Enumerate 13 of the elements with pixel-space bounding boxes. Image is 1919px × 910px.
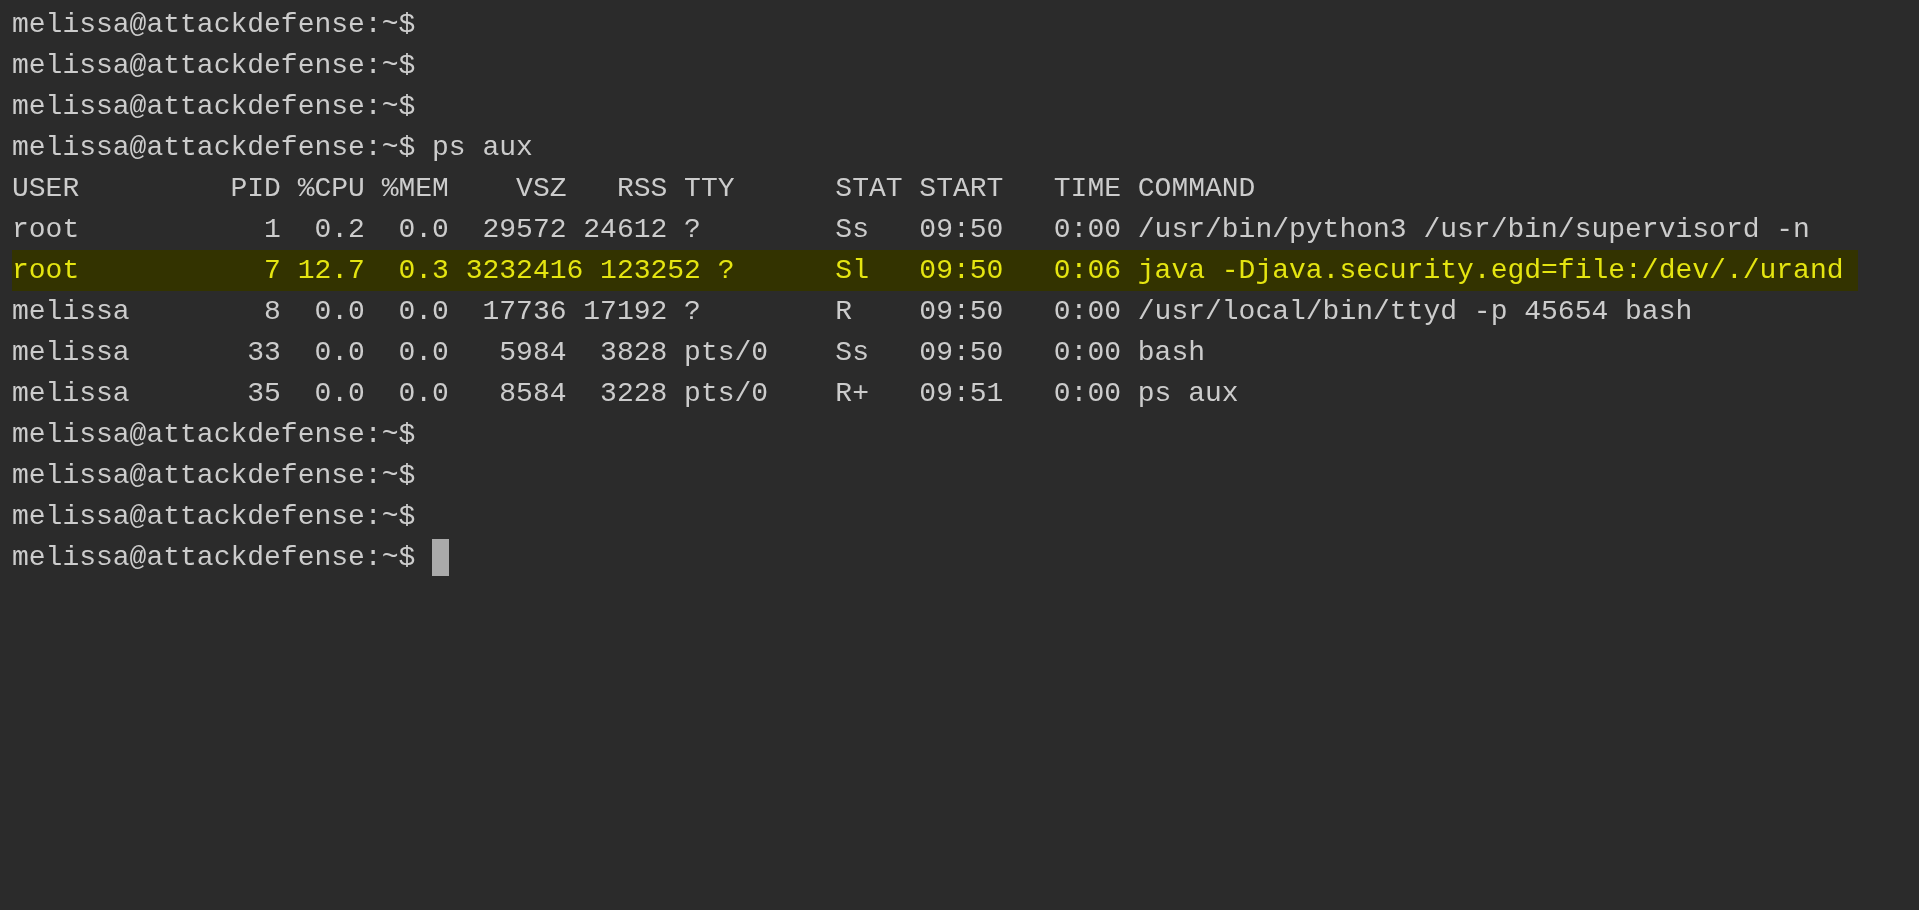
terminal-line: melissa 8 0.0 0.0 17736 17192 ? R 09:50 0:00 /usr/local/bin/ttyd -p 45654 bash (12, 295, 1693, 329)
terminal-line: melissa@attackdefense:~$ (12, 90, 416, 124)
terminal-line: melissa@attackdefense:~$ (12, 459, 416, 493)
terminal-line: melissa@attackdefense:~$ (12, 8, 416, 42)
terminal-line: USER PID %CPU %MEM VSZ RSS TTY STAT START TIME COMMAND (12, 172, 1256, 206)
terminal-line: melissa@attackdefense:~$ (12, 49, 416, 83)
terminal-line: melissa 33 0.0 0.0 5984 3828 pts/0 Ss 09:50 0:00 bash (12, 336, 1205, 370)
terminal-line: melissa@attackdefense:~$ (12, 541, 416, 575)
terminal-line: melissa 35 0.0 0.0 8584 3228 pts/0 R+ 09:51 0:00 ps aux (12, 377, 1239, 411)
terminal-line: melissa@attackdefense:~$ ps aux (12, 131, 533, 165)
terminal-line: melissa@attackdefense:~$ (12, 500, 416, 534)
terminal-line: root 1 0.2 0.0 29572 24612 ? Ss 09:50 0:00 /usr/bin/python3 /usr/bin/supervisord -n (12, 213, 1810, 247)
terminal-line: melissa@attackdefense:~$ (12, 418, 416, 452)
